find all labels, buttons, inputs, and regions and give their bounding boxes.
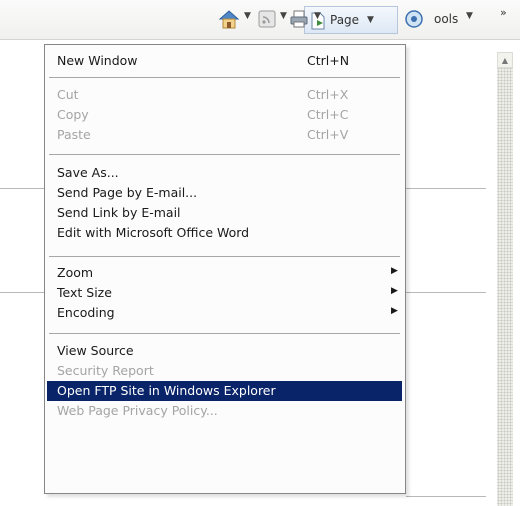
menu-item-label: Send Page by E-mail... [57, 185, 198, 200]
menu-separator [49, 333, 400, 334]
menu-item-label: Cut [57, 87, 79, 102]
menu-item-new-window[interactable]: New Window Ctrl+N [47, 51, 402, 71]
page-divider-left-2 [0, 292, 44, 293]
menu-item-label: Send Link by E-mail [57, 205, 181, 220]
menu-item-encoding[interactable]: Encoding ▶ [47, 303, 402, 323]
menu-item-send-link-by-email[interactable]: Send Link by E-mail [47, 203, 402, 223]
home-button[interactable] [218, 8, 240, 30]
submenu-arrow-icon: ▶ [391, 306, 398, 316]
menu-item-label: Open FTP Site in Windows Explorer [57, 383, 276, 398]
home-dropdown-icon[interactable]: ▼ [244, 11, 251, 21]
menu-item-label: Security Report [57, 363, 154, 378]
menu-item-shortcut: Ctrl+X [307, 87, 349, 102]
menu-item-text-size[interactable]: Text Size ▶ [47, 283, 402, 303]
menu-separator [49, 77, 400, 78]
feeds-dropdown-icon[interactable]: ▼ [280, 11, 287, 21]
menu-item-shortcut: Ctrl+V [307, 127, 349, 142]
home-icon [218, 10, 240, 29]
submenu-arrow-icon: ▶ [391, 286, 398, 296]
menu-item-label: Text Size [57, 285, 112, 300]
menu-item-label: Web Page Privacy Policy... [57, 403, 218, 418]
menu-item-shortcut: Ctrl+C [307, 107, 349, 122]
menu-item-open-ftp-site[interactable]: Open FTP Site in Windows Explorer [47, 381, 402, 401]
page-button-label: Page [330, 13, 360, 27]
scroll-up-icon[interactable]: ▲ [497, 52, 513, 68]
menu-item-label: Copy [57, 107, 89, 122]
page-divider-right-3 [406, 496, 486, 497]
tools-icon [405, 10, 423, 28]
tools-dropdown-icon[interactable]: ▼ [466, 11, 473, 21]
vertical-scrollbar[interactable]: ▲ [497, 52, 513, 506]
menu-item-label: New Window [57, 53, 138, 68]
menu-item-label: View Source [57, 343, 134, 358]
menu-item-edit-with-word[interactable]: Edit with Microsoft Office Word [47, 223, 402, 243]
feeds-icon [258, 10, 276, 28]
menu-item-label: Paste [57, 127, 91, 142]
page-divider-left-1 [0, 188, 44, 189]
print-dropdown-icon[interactable]: ▼ [314, 11, 321, 21]
print-icon [290, 10, 308, 28]
tools-button[interactable] [404, 8, 424, 30]
menu-item-security-report[interactable]: Security Report [47, 361, 402, 381]
page-dropdown-menu: New Window Ctrl+N Cut Ctrl+X Copy Ctrl+C… [44, 44, 406, 494]
menu-item-shortcut: Ctrl+N [307, 53, 350, 68]
menu-item-view-source[interactable]: View Source [47, 341, 402, 361]
menu-separator [49, 256, 400, 257]
menu-item-label: Zoom [57, 265, 94, 280]
toolbar-overflow-chevron[interactable]: » [500, 6, 507, 19]
page-dropdown-icon: ▼ [367, 15, 374, 25]
menu-item-paste[interactable]: Paste Ctrl+V [47, 125, 402, 145]
page-divider-right-1 [406, 188, 486, 189]
tools-button-label: ools [434, 12, 459, 26]
command-bar: ▼ ▼ Page ▼ ools ▼ » [0, 0, 520, 40]
page-divider-right-2 [406, 292, 486, 293]
menu-item-label: Save As... [57, 165, 119, 180]
menu-separator [49, 154, 400, 155]
menu-item-send-page-by-email[interactable]: Send Page by E-mail... [47, 183, 402, 203]
print-button-graphic[interactable] [290, 10, 308, 31]
menu-item-privacy-policy[interactable]: Web Page Privacy Policy... [47, 401, 402, 421]
menu-item-label: Edit with Microsoft Office Word [57, 225, 250, 240]
feeds-button[interactable] [258, 8, 276, 30]
menu-item-cut[interactable]: Cut Ctrl+X [47, 85, 402, 105]
menu-item-copy[interactable]: Copy Ctrl+C [47, 105, 402, 125]
menu-item-save-as[interactable]: Save As... [47, 163, 402, 183]
menu-item-label: Encoding [57, 305, 115, 320]
submenu-arrow-icon: ▶ [391, 266, 398, 276]
menu-item-zoom[interactable]: Zoom ▶ [47, 263, 402, 283]
